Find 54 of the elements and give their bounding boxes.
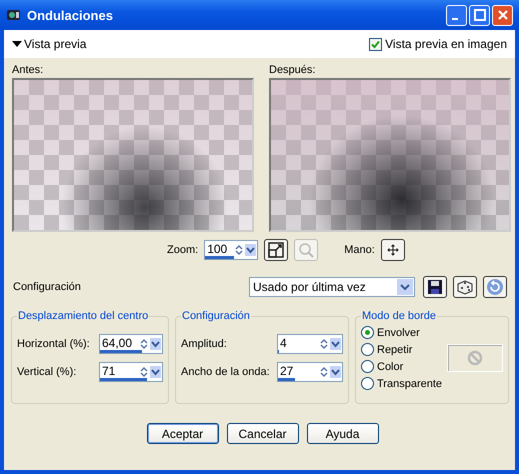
number-field[interactable]: 4 [277,334,343,354]
radio-option[interactable]: Transparente [361,377,442,390]
dialog-button[interactable]: Ayuda [306,423,378,444]
group-title: Configuración [181,310,251,322]
reset-button[interactable] [483,276,507,298]
minimize-button[interactable] [446,4,467,26]
radio-button[interactable] [361,326,374,339]
radio-option[interactable]: Repetir [361,343,442,356]
no-color-icon [467,350,483,366]
color-swatch[interactable] [447,344,503,372]
checkbox[interactable] [369,38,382,50]
close-button[interactable] [492,4,513,26]
dice-icon[interactable] [453,276,477,298]
pan-button[interactable] [380,239,405,261]
maximize-icon [474,9,486,21]
radio-button[interactable] [361,343,374,356]
move-arrows-icon [386,244,399,256]
spinner-arrows-icon[interactable] [139,338,161,350]
radio-option[interactable]: Color [361,360,442,373]
preview-toggle[interactable]: Vista previa [12,37,86,51]
dialog-button[interactable]: Aceptar [146,423,218,444]
app-icon [6,7,22,23]
field-label: Ancho de la onda: [181,366,270,378]
minimize-icon [452,18,458,20]
group-title: Desplazamiento del centro [17,310,150,322]
radio-option[interactable]: Envolver [361,326,442,339]
group-title: Modo de borde [361,310,437,322]
radio-button[interactable] [361,360,374,373]
preset-dropdown[interactable]: Usado por última vez [249,277,415,297]
number-field[interactable]: 27 [277,362,343,382]
number-field[interactable]: 64,00 [99,334,163,354]
fit-window-button[interactable] [264,239,288,261]
spinner-arrows-icon[interactable] [139,366,161,378]
spinner-arrows-icon[interactable] [234,244,256,256]
maximize-button[interactable] [469,4,490,26]
config-label: Configuración [13,281,82,293]
before-label: Antes: [12,64,44,76]
dropdown-caret-icon [400,283,410,291]
number-field[interactable]: 71 [99,362,163,382]
spinner-arrows-icon[interactable] [319,366,341,378]
preview-on-image-checkbox[interactable]: Vista previa en imagen [369,37,507,51]
radio-button[interactable] [361,377,374,390]
zoom-field[interactable]: 100 [204,240,258,260]
save-button[interactable] [423,276,447,298]
window-title: Ondulaciones [27,8,114,22]
spinner-arrows-icon[interactable] [319,338,341,350]
field-label: Horizontal (%): [17,338,90,350]
zoom-label: Zoom: [167,244,198,256]
hand-label: Mano: [344,244,375,256]
dialog-button[interactable]: Cancelar [226,423,298,444]
close-icon [496,9,508,21]
field-label: Vertical (%): [17,366,76,378]
field-label: Amplitud: [181,338,227,350]
after-label: Después: [269,64,316,76]
